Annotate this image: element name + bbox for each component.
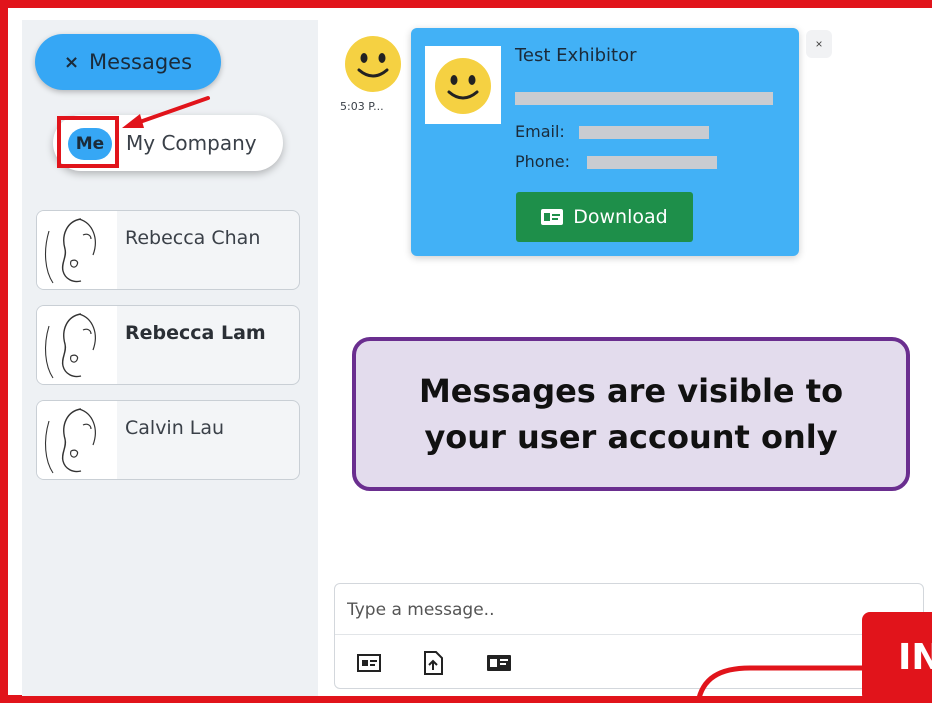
line-art-face-avatar [37, 401, 117, 479]
message-timestamp: 5:03 P... [340, 100, 384, 113]
message-input[interactable] [345, 596, 869, 624]
contact-name: Rebecca Lam [125, 322, 266, 344]
overlay-badge: IN [862, 612, 932, 702]
smiley-avatar-icon [345, 36, 401, 92]
contact-item-rebecca-chan[interactable]: Rebecca Chan [36, 210, 300, 290]
highlight-box [57, 116, 119, 168]
messages-toggle-button[interactable]: × Messages [35, 34, 221, 90]
card-phone-label: Phone: [515, 152, 570, 171]
annotation-arrow-icon [122, 96, 210, 128]
composer-divider [335, 634, 923, 635]
line-art-face-avatar [37, 306, 117, 384]
contact-name: Calvin Lau [125, 417, 225, 439]
messages-toggle-label: Messages [89, 50, 193, 74]
file-upload-icon[interactable] [419, 650, 447, 676]
contact-card-message: Test Exhibitor Email: Phone: Download [411, 28, 799, 256]
scope-company-option[interactable]: My Company [126, 131, 257, 155]
contact-card-icon [541, 209, 564, 225]
close-icon: × [63, 51, 80, 73]
contact-card-icon[interactable] [485, 650, 513, 676]
download-label: Download [573, 206, 668, 228]
notice-line-1: Messages are visible to [418, 371, 844, 410]
close-icon[interactable]: × [806, 30, 832, 58]
contact-item-calvin-lau[interactable]: Calvin Lau [36, 400, 300, 480]
card-company-name: Test Exhibitor [515, 45, 637, 66]
download-contact-button[interactable]: Download [516, 192, 693, 242]
contact-item-rebecca-lam[interactable]: Rebecca Lam [36, 305, 300, 385]
redacted-email [579, 126, 709, 139]
image-icon[interactable] [355, 650, 383, 676]
contact-name: Rebecca Chan [125, 227, 261, 249]
smiley-face-icon [435, 58, 491, 114]
line-art-face-avatar [37, 211, 117, 289]
visibility-notice: Messages are visible to your user accoun… [352, 337, 910, 491]
redacted-phone [587, 156, 717, 169]
notice-line-2: your user account only [424, 418, 838, 456]
card-email-label: Email: [515, 122, 565, 141]
card-photo [425, 46, 501, 124]
redacted-bar [515, 92, 773, 105]
